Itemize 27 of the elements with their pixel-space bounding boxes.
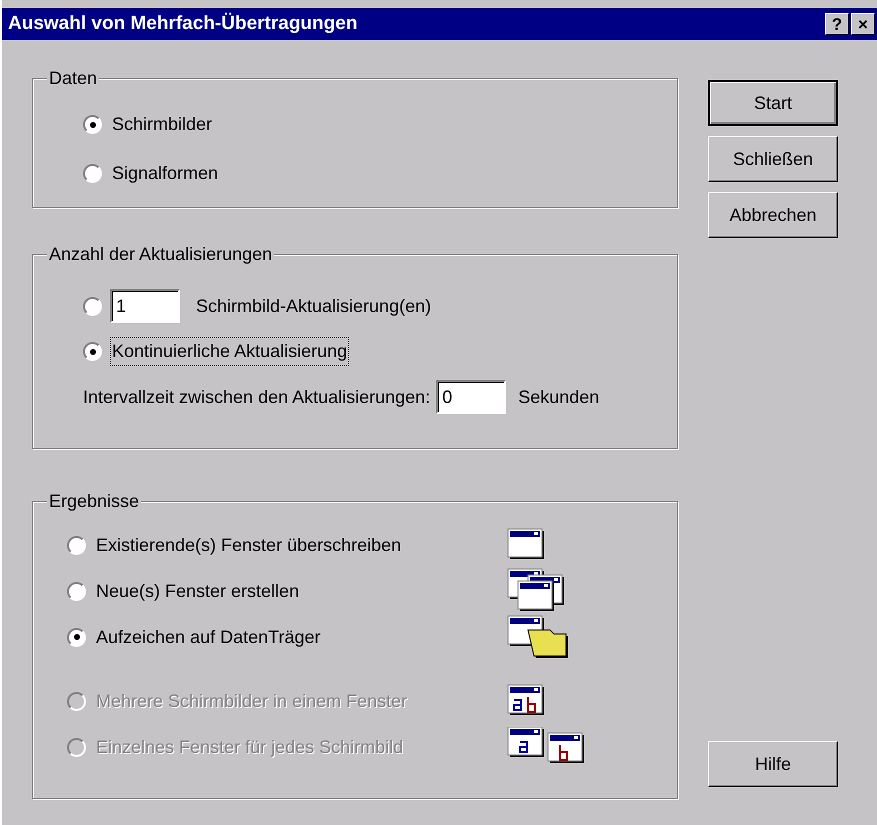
help-button[interactable]: ? xyxy=(825,13,849,35)
option-label: Aufzeichen auf DatenTräger xyxy=(96,626,322,649)
option-label: Mehrere Schirmbilder in einem Fenster xyxy=(96,690,408,712)
interval-label: Intervallzeit zwischen den Aktualisierungen: xyxy=(83,386,430,409)
radio-button[interactable] xyxy=(83,296,102,316)
interval-field[interactable]: 0 xyxy=(436,380,506,414)
option-label: Einzelnes Fenster für jedes Schirmbild xyxy=(96,736,404,759)
option-label: Kontinuierliche Aktualisierung xyxy=(110,337,350,366)
dialog-button[interactable]: Start xyxy=(708,80,838,126)
radio-button[interactable] xyxy=(83,115,102,134)
radio-button[interactable] xyxy=(83,164,102,183)
option-label: Schirmbilder xyxy=(112,113,212,136)
radio-button[interactable] xyxy=(83,342,102,361)
window-title: Auswahl von Mehrfach-Übertragungen xyxy=(8,12,358,36)
radio-button[interactable] xyxy=(67,582,86,600)
radio-button[interactable] xyxy=(67,628,86,646)
option-label: Signalformen xyxy=(112,162,218,185)
count-field[interactable]: 1 xyxy=(110,289,180,323)
interval-unit: Sekunden xyxy=(518,386,600,408)
close-button[interactable]: × xyxy=(851,13,875,35)
dialog-button[interactable]: Hilfe xyxy=(708,741,838,787)
option-label: Neue(s) Fenster erstellen xyxy=(96,580,300,603)
dialog-button[interactable]: Abbrechen xyxy=(708,192,838,238)
dialog-button[interactable]: Schließen xyxy=(708,136,838,182)
unit-label: Schirmbild-Aktualisierung(en) xyxy=(195,294,432,318)
option-label: Existierende(s) Fenster überschreiben xyxy=(96,534,402,557)
radio-button[interactable] xyxy=(67,536,86,554)
